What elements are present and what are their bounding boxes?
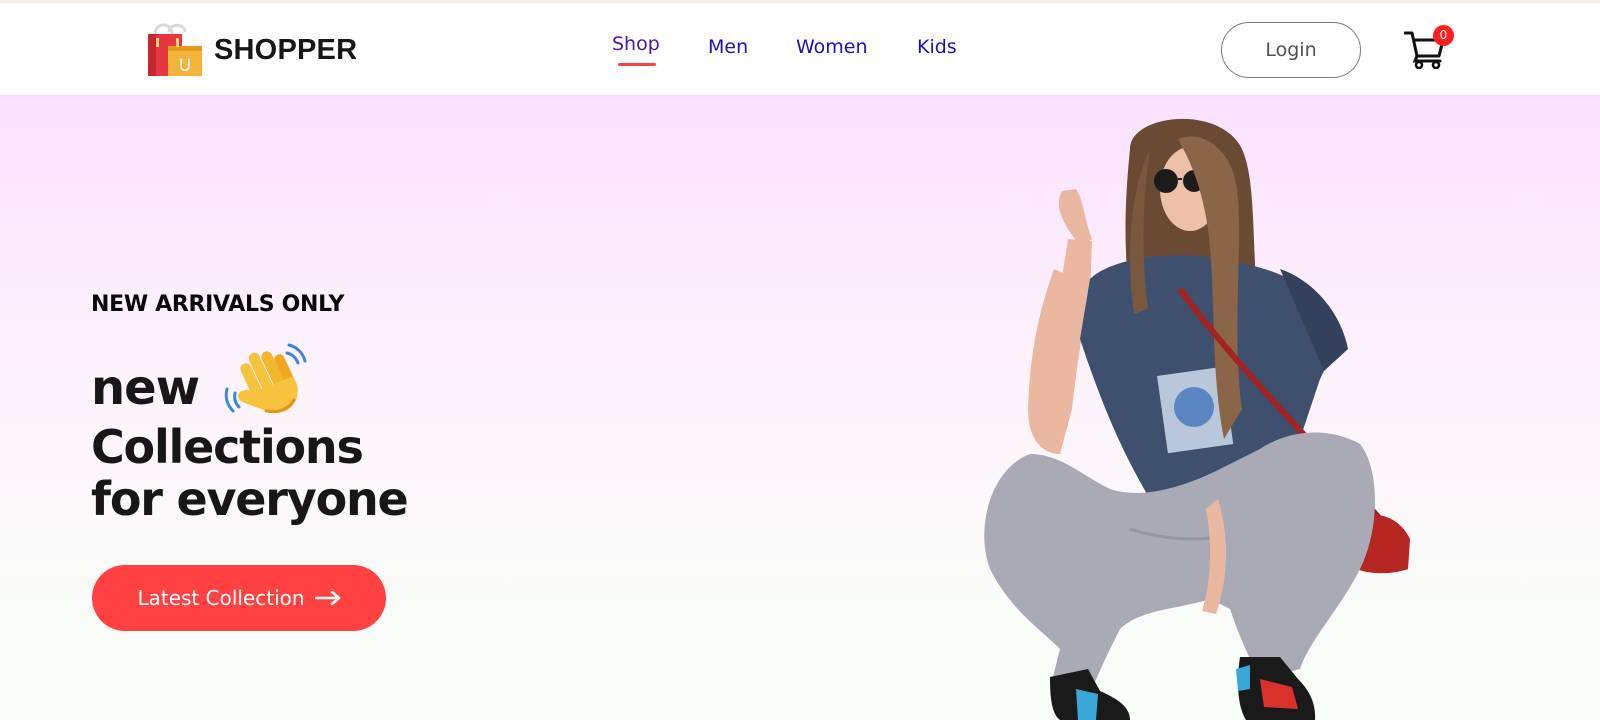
latest-collection-button[interactable]: Latest Collection bbox=[92, 565, 386, 631]
nav-item-men[interactable]: Men bbox=[708, 36, 748, 58]
nav-item-women[interactable]: Women bbox=[796, 36, 868, 58]
login-button[interactable]: Login bbox=[1221, 22, 1361, 78]
nav-item-shop[interactable]: Shop bbox=[612, 33, 660, 66]
hero-model-image bbox=[984, 118, 1410, 720]
hero-headline-new: new bbox=[91, 360, 200, 416]
cart-count-badge: 0 bbox=[1433, 25, 1454, 46]
nav-item-label: Men bbox=[708, 36, 749, 58]
cart-button[interactable]: 0 bbox=[1404, 23, 1456, 71]
hero-tagline: NEW ARRIVALS ONLY bbox=[91, 292, 345, 317]
nav-item-label: Kids bbox=[917, 36, 957, 58]
hero-section: NEW ARRIVALS ONLY new Collections for ev… bbox=[0, 95, 1600, 720]
arrow-right-icon bbox=[314, 591, 340, 605]
latest-collection-label: Latest Collection bbox=[137, 586, 305, 610]
active-indicator bbox=[618, 63, 656, 66]
waving-hand-icon bbox=[224, 343, 307, 414]
nav-item-label: Shop bbox=[612, 33, 660, 55]
hero-headline-collections: Collections bbox=[91, 420, 364, 474]
nav-item-label: Women bbox=[796, 36, 868, 58]
hero-headline-everyone: for everyone bbox=[91, 472, 409, 526]
nav-item-kids[interactable]: Kids bbox=[917, 36, 957, 58]
navbar: U SHOPPER Shop Men Women Kids Login 0 bbox=[0, 3, 1600, 95]
